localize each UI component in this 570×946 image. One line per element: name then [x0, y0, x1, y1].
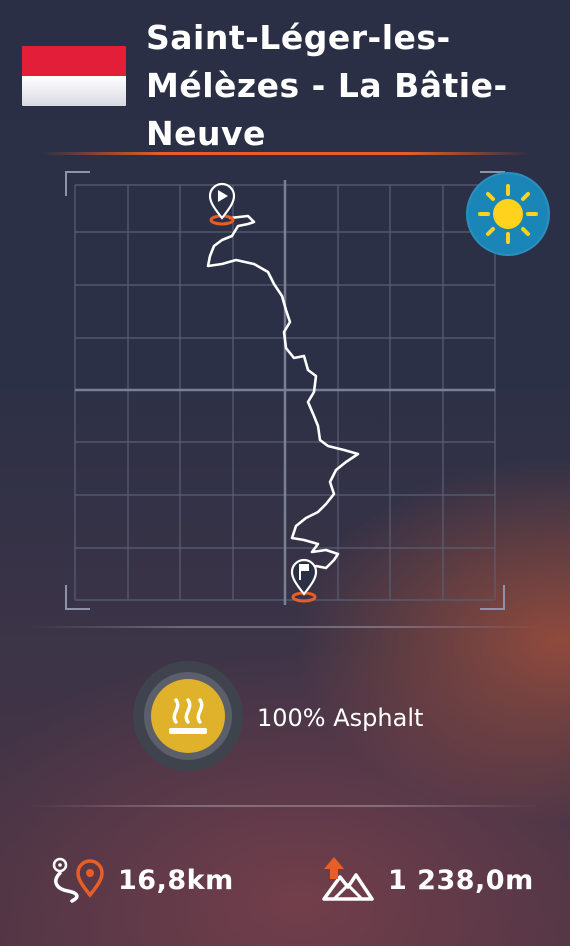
stats-divider [30, 805, 540, 807]
finish-pin-icon [290, 558, 318, 603]
asphalt-heat-icon [133, 661, 243, 771]
flag-red-band [22, 46, 126, 76]
distance-value: 16,8km [118, 864, 234, 896]
start-pin-icon [208, 182, 236, 226]
map-divider [30, 626, 540, 628]
weather-badge [466, 172, 550, 256]
sun-icon [478, 184, 538, 244]
route-line [206, 214, 360, 576]
elevation-stat: 1 238,0m [320, 852, 534, 908]
flag-white-band [22, 76, 126, 106]
route-title: Saint-Léger-les-Mélèzes - La Bâtie-Neuve [146, 18, 508, 153]
elevation-value: 1 238,0m [388, 864, 534, 896]
distance-stat: 16,8km [50, 852, 234, 908]
distance-route-icon [52, 857, 104, 903]
elevation-mountain-icon [322, 857, 374, 901]
surface-label: 100% Asphalt [257, 704, 424, 732]
title-underline [40, 152, 530, 155]
country-flag [22, 46, 126, 106]
